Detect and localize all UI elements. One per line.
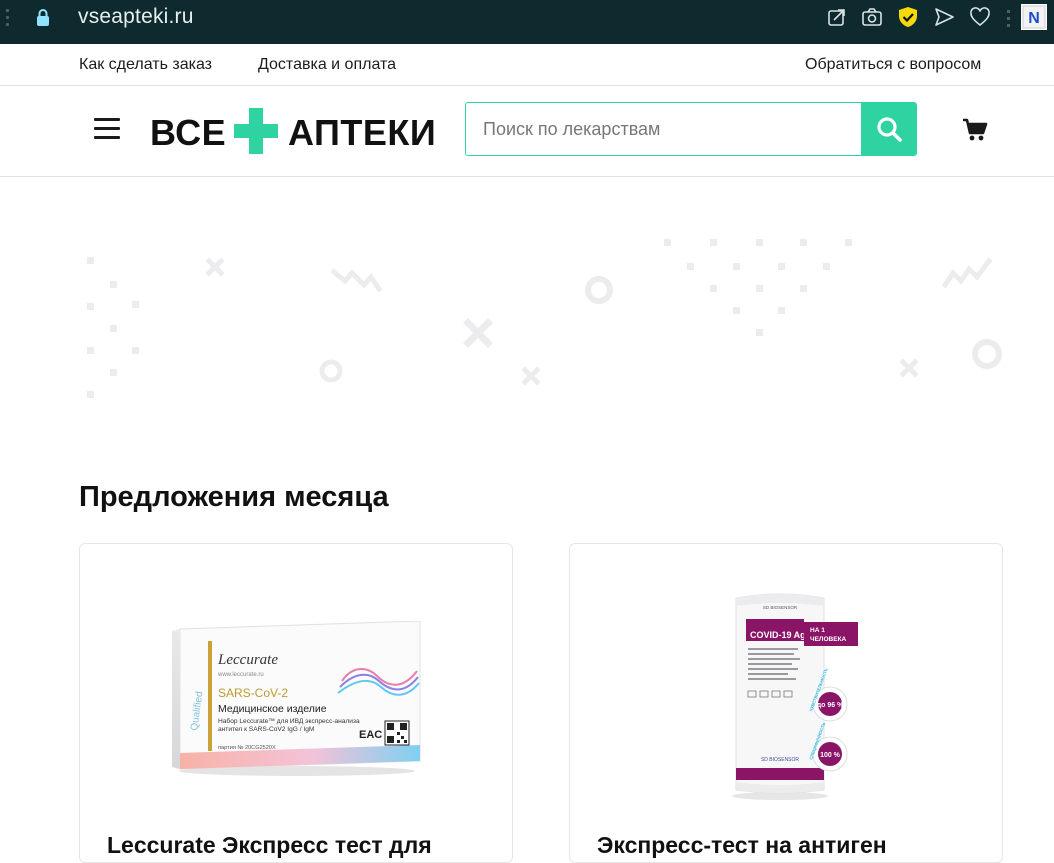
extension-n-icon[interactable]: N <box>1021 4 1047 30</box>
section-title: Предложения месяца <box>79 481 389 513</box>
site-logo[interactable]: ВСЕ АПТЕКИ <box>150 106 440 156</box>
drag-handle-icon <box>6 9 9 29</box>
logo-cross-icon <box>234 108 278 154</box>
product-card[interactable]: SD BIOSENSOR COVID-19 Ag SD BIOSENSOR НА… <box>569 543 1003 863</box>
svg-text:до 96 %: до 96 % <box>817 702 844 709</box>
svg-text:www.leccurate.ru: www.leccurate.ru <box>217 672 264 678</box>
logo-text-right: АПТЕКИ <box>288 112 437 153</box>
logo-text-left: ВСЕ <box>150 112 227 153</box>
site-header: ВСЕ АПТЕКИ <box>0 86 1054 177</box>
menu-icon[interactable] <box>94 118 120 140</box>
delivery-link[interactable]: Доставка и оплата <box>258 56 396 74</box>
svg-text:COVID-19 Ag: COVID-19 Ag <box>750 630 806 640</box>
shield-check-icon[interactable] <box>897 6 919 28</box>
svg-text:SD BIOSENSOR: SD BIOSENSOR <box>761 757 799 763</box>
address-url[interactable]: vseapteki.ru <box>78 5 194 29</box>
svg-text:ЧЕЛОВЕКА: ЧЕЛОВЕКА <box>810 636 847 643</box>
search-icon <box>876 117 902 142</box>
svg-text:EAC: EAC <box>359 729 382 741</box>
svg-text:Медицинское изделие: Медицинское изделие <box>218 703 327 715</box>
svg-text:партия № 20CG2520X: партия № 20CG2520X <box>218 745 276 751</box>
how-to-order-link[interactable]: Как сделать заказ <box>79 56 212 74</box>
svg-text:Набор Leccurate™ для ИВД экспр: Набор Leccurate™ для ИВД экспресс-анализ… <box>218 717 360 725</box>
product-title[interactable]: Экспресс-тест на антиген <box>597 832 887 859</box>
product-image[interactable]: SD BIOSENSOR COVID-19 Ag SD BIOSENSOR НА… <box>720 586 860 801</box>
product-card[interactable]: Qualified Leccurate www.leccurate.ru SAR… <box>79 543 513 863</box>
search-box <box>465 102 917 156</box>
cart-icon[interactable] <box>961 116 989 144</box>
browser-address-bar: vseapteki.ru N <box>0 0 1054 44</box>
svg-text:НА 1: НА 1 <box>810 627 825 634</box>
send-icon[interactable] <box>933 6 955 28</box>
product-title[interactable]: Leccurate Экспресс тест для <box>107 832 432 859</box>
svg-text:N: N <box>1028 10 1040 27</box>
ask-question-link[interactable]: Обратиться с вопросом <box>805 56 981 74</box>
svg-text:SARS-CoV-2: SARS-CoV-2 <box>218 686 288 700</box>
svg-text:Leccurate: Leccurate <box>217 652 278 668</box>
top-links-bar: Как сделать заказ Доставка и оплата Обра… <box>0 44 1054 86</box>
svg-text:100 %: 100 % <box>820 752 841 759</box>
share-icon[interactable] <box>826 6 848 28</box>
heart-icon[interactable] <box>969 6 991 28</box>
decorative-banner <box>87 239 1002 398</box>
product-image[interactable]: Qualified Leccurate www.leccurate.ru SAR… <box>172 621 422 776</box>
svg-text:SD BIOSENSOR: SD BIOSENSOR <box>763 605 798 610</box>
camera-icon[interactable] <box>861 6 883 28</box>
search-button[interactable] <box>861 103 916 155</box>
separator-dots <box>1007 10 1010 30</box>
svg-text:антител к SARS-CoV2 IgG / IgM: антител к SARS-CoV2 IgG / IgM <box>218 726 314 733</box>
lock-icon[interactable] <box>34 8 52 28</box>
search-input[interactable] <box>466 103 862 155</box>
